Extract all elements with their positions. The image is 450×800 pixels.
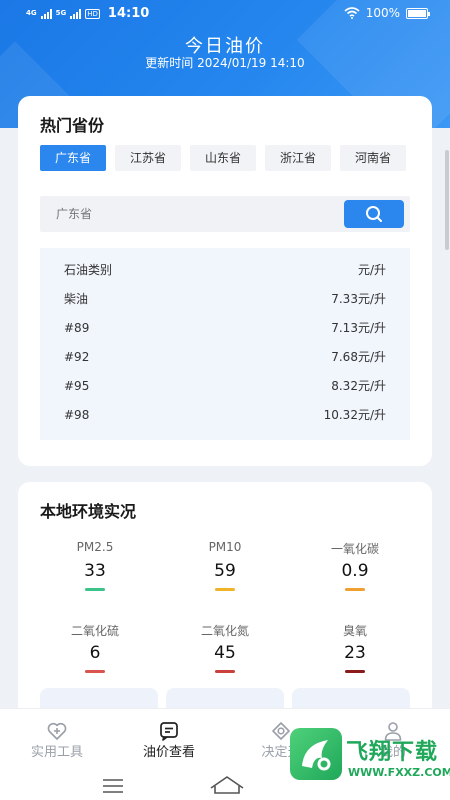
env-value: 23: [344, 643, 366, 663]
nav-label: 油价查看: [142, 745, 195, 760]
status-right: 100%: [344, 6, 430, 20]
fuel-price: 7.33元/升: [331, 292, 386, 306]
header-category: 石油类别: [64, 263, 113, 277]
fuel-name: 柴油: [64, 292, 89, 306]
env-indicator: [215, 588, 235, 591]
env-label: 二氧化氮: [200, 624, 249, 638]
watermark-url: WWW.FXXZ.COM: [348, 766, 450, 779]
tab-henan[interactable]: 河南省: [340, 145, 406, 171]
hot-provinces-title: 热门省份: [40, 116, 105, 135]
search-input[interactable]: [56, 204, 316, 224]
signal-icon: [40, 8, 52, 19]
battery-percent: 100%: [365, 6, 400, 20]
env-value: 6: [89, 643, 101, 663]
env-label: PM10: [208, 540, 242, 554]
search-icon: [366, 206, 382, 222]
env-item-pm25: PM2.5 33: [40, 540, 150, 591]
env-indicator: [345, 588, 365, 591]
signal-icon: [70, 8, 82, 19]
env-item-pm10: PM10 59: [170, 540, 280, 591]
price-table: 石油类别 元/升 柴油 7.33元/升 #89 7.13元/升 #92 7.68…: [40, 248, 410, 440]
fuel-name: #98: [64, 408, 90, 422]
wifi-icon: [344, 7, 360, 19]
network-type-2: 5G: [55, 9, 67, 17]
nav-label: 实用工具: [30, 745, 83, 760]
oil-price-card: 热门省份 广东省 江苏省 山东省 浙江省 河南省 石油类别 元/升 柴油 7.3…: [18, 96, 432, 466]
header-unit: 元/升: [357, 263, 386, 277]
table-row: #95 8.32元/升: [40, 372, 410, 401]
env-label: 二氧化硫: [70, 624, 119, 638]
fuel-price: 7.68元/升: [331, 350, 386, 364]
table-row: #98 10.32元/升: [40, 401, 410, 430]
env-indicator: [215, 670, 235, 673]
fuel-name: #95: [64, 379, 90, 393]
env-indicator: [345, 670, 365, 673]
tab-jiangsu[interactable]: 江苏省: [115, 145, 181, 171]
home-icon[interactable]: [210, 776, 244, 794]
env-value: 59: [214, 561, 236, 581]
env-value: 33: [84, 561, 106, 581]
table-row: #92 7.68元/升: [40, 343, 410, 372]
env-item-so2: 二氧化硫 6: [40, 622, 150, 673]
status-time: 14:10: [107, 6, 150, 21]
update-time: 更新时间 2024/01/19 14:10: [145, 56, 305, 70]
env-indicator: [85, 588, 105, 591]
tab-shandong[interactable]: 山东省: [190, 145, 256, 171]
watermark-name: 飞翔下载: [346, 740, 439, 765]
network-type-1: 4G: [26, 9, 37, 17]
env-label: 臭氧: [342, 624, 367, 638]
env-item-ozone: 臭氧 23: [300, 622, 410, 673]
table-header: 石油类别 元/升: [40, 256, 410, 285]
message-icon: [160, 722, 178, 741]
env-label: 一氧化碳: [330, 542, 379, 556]
fuel-price: 8.32元/升: [331, 379, 386, 393]
scrollbar[interactable]: [445, 150, 449, 250]
env-value: 0.9: [341, 561, 369, 581]
heart-plus-icon: [47, 722, 67, 740]
province-search: [40, 196, 410, 232]
table-row: #89 7.13元/升: [40, 314, 410, 343]
nav-oil-price[interactable]: 油价查看: [114, 709, 224, 767]
watermark-logo: 飞翔下载 WWW.FXXZ.COM: [290, 718, 450, 792]
tab-guangdong[interactable]: 广东省: [40, 145, 106, 171]
province-tabs: 广东省 江苏省 山东省 浙江省 河南省: [40, 145, 406, 171]
nav-tools[interactable]: 实用工具: [2, 709, 112, 767]
fuel-price: 10.32元/升: [323, 408, 386, 422]
menu-icon[interactable]: [103, 779, 123, 793]
status-bar: 4G 5G HD 14:10 100%: [0, 0, 450, 30]
eye-icon: [272, 722, 290, 740]
status-left: 4G 5G HD 14:10: [26, 6, 149, 21]
search-button[interactable]: [344, 200, 404, 228]
watermark-badge-icon: [290, 728, 342, 780]
environment-title: 本地环境实况: [40, 502, 137, 521]
environment-card: 本地环境实况 PM2.5 33 PM10 59 一氧化碳 0.9 二氧化硫 6 …: [18, 482, 432, 742]
table-row: 柴油 7.33元/升: [40, 285, 410, 314]
hd-badge: HD: [85, 8, 100, 19]
battery-icon: [406, 7, 430, 19]
env-value: 45: [214, 643, 236, 663]
env-label: PM2.5: [76, 540, 114, 554]
env-item-co: 一氧化碳 0.9: [300, 540, 410, 591]
fuel-name: #92: [64, 350, 90, 364]
tab-zhejiang[interactable]: 浙江省: [265, 145, 331, 171]
env-indicator: [85, 670, 105, 673]
fuel-price: 7.13元/升: [331, 321, 386, 335]
env-item-no2: 二氧化氮 45: [170, 622, 280, 673]
fuel-name: #89: [64, 321, 90, 335]
